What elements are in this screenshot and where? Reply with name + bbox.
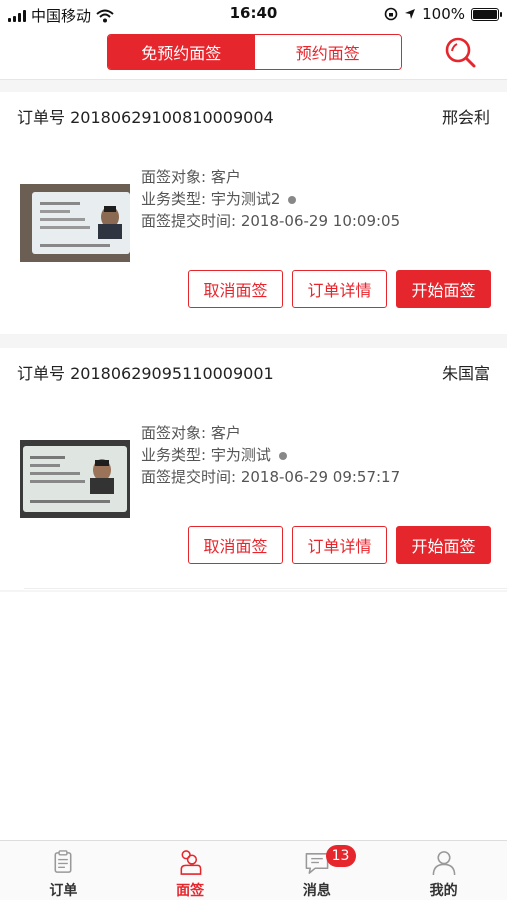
order-number: 20180629095110009001 xyxy=(70,364,274,383)
submit-time-row: 面签提交时间: 2018-06-29 10:09:05 xyxy=(141,210,400,232)
customer-name: 朱国富 xyxy=(441,364,490,383)
start-interview-button[interactable]: 开始面签 xyxy=(396,526,491,564)
business-type-row: 业务类型: 宇为测试 xyxy=(141,444,400,466)
id-card-image xyxy=(20,440,130,518)
business-type-label: 业务类型: xyxy=(141,446,211,464)
order-info: 面签对象: 客户 业务类型: 宇为测试 面签提交时间: 2018-06-29 0… xyxy=(141,422,400,488)
cancel-interview-button[interactable]: 取消面签 xyxy=(188,270,283,308)
submit-time-label: 面签提交时间: xyxy=(141,212,241,230)
tab-profile[interactable]: 我的 xyxy=(380,841,507,900)
order-card: 订单号 20180629095110009001 朱国富 面签对象: 客户 业务… xyxy=(0,348,507,590)
location-arrow-icon xyxy=(405,9,416,19)
business-type-value: 宇为测试2 xyxy=(210,190,281,208)
top-header: 免预约面签 预约面签 xyxy=(0,28,507,80)
business-type-value: 宇为测试 xyxy=(210,446,271,464)
target-label: 面签对象: xyxy=(141,168,211,186)
submit-time-label: 面签提交时间: xyxy=(141,468,241,486)
tab-appointment[interactable]: 预约面签 xyxy=(254,35,401,69)
order-icon xyxy=(54,850,72,873)
submit-time-row: 面签提交时间: 2018-06-29 09:57:17 xyxy=(141,466,400,488)
list-divider xyxy=(24,588,507,589)
search-icon[interactable] xyxy=(442,34,478,70)
order-number-label: 订单号 xyxy=(17,364,66,383)
business-type-label: 业务类型: xyxy=(141,190,211,208)
status-dot xyxy=(288,195,297,204)
status-dot xyxy=(278,451,287,460)
tab-label: 订单 xyxy=(49,883,78,899)
order-list: 订单号 20180629100810009004 邢会利 面签对象: 客户 业务… xyxy=(0,92,507,604)
cancel-interview-button[interactable]: 取消面签 xyxy=(188,526,283,564)
target-row: 面签对象: 客户 xyxy=(141,166,400,188)
tab-messages[interactable]: 消息 13 xyxy=(254,841,381,900)
target-label: 面签对象: xyxy=(141,424,211,442)
order-info: 面签对象: 客户 业务类型: 宇为测试2 面签提交时间: 2018-06-29 … xyxy=(141,166,400,232)
bottom-tab-bar: 订单 面签 消息 13 我的 xyxy=(0,840,507,900)
empty-area xyxy=(0,592,507,840)
target-value: 客户 xyxy=(210,424,241,442)
battery-percent: 100% xyxy=(422,5,465,23)
id-card-graphic xyxy=(20,184,130,262)
business-type-row: 业务类型: 宇为测试2 xyxy=(141,188,400,210)
tab-label: 我的 xyxy=(429,883,458,899)
order-number-line: 订单号 20180629095110009001 xyxy=(17,360,274,384)
submit-time-value: 2018-06-29 10:09:05 xyxy=(240,212,401,230)
interview-icon xyxy=(180,850,202,875)
battery-fill xyxy=(473,9,497,19)
order-detail-button[interactable]: 订单详情 xyxy=(292,526,387,564)
id-card-graphic xyxy=(20,440,130,518)
tab-orders[interactable]: 订单 xyxy=(0,841,127,900)
order-number-line: 订单号 20180629100810009004 xyxy=(17,104,274,128)
profile-icon xyxy=(432,851,456,876)
target-value: 客户 xyxy=(210,168,241,186)
target-row: 面签对象: 客户 xyxy=(141,422,400,444)
status-right-group: 100% xyxy=(384,5,502,23)
unread-badge: 13 xyxy=(325,845,356,867)
submit-time-value: 2018-06-29 09:57:17 xyxy=(240,468,401,486)
segmented-control: 免预约面签 预约面签 xyxy=(107,34,402,70)
tab-label: 面签 xyxy=(176,883,205,899)
status-bar: 中国移动 16:40 100% xyxy=(0,0,507,28)
rotation-lock-icon xyxy=(384,7,398,21)
order-detail-button[interactable]: 订单详情 xyxy=(292,270,387,308)
tab-no-appointment[interactable]: 免预约面签 xyxy=(108,35,255,69)
start-interview-button[interactable]: 开始面签 xyxy=(396,270,491,308)
tab-label: 消息 xyxy=(302,883,331,899)
tab-interview[interactable]: 面签 xyxy=(127,841,254,900)
battery-icon xyxy=(471,7,502,21)
order-card: 订单号 20180629100810009004 邢会利 面签对象: 客户 业务… xyxy=(0,92,507,334)
order-number-label: 订单号 xyxy=(17,108,66,127)
order-number: 20180629100810009004 xyxy=(70,108,274,127)
id-card-image xyxy=(20,184,130,262)
customer-name: 邢会利 xyxy=(441,108,490,127)
